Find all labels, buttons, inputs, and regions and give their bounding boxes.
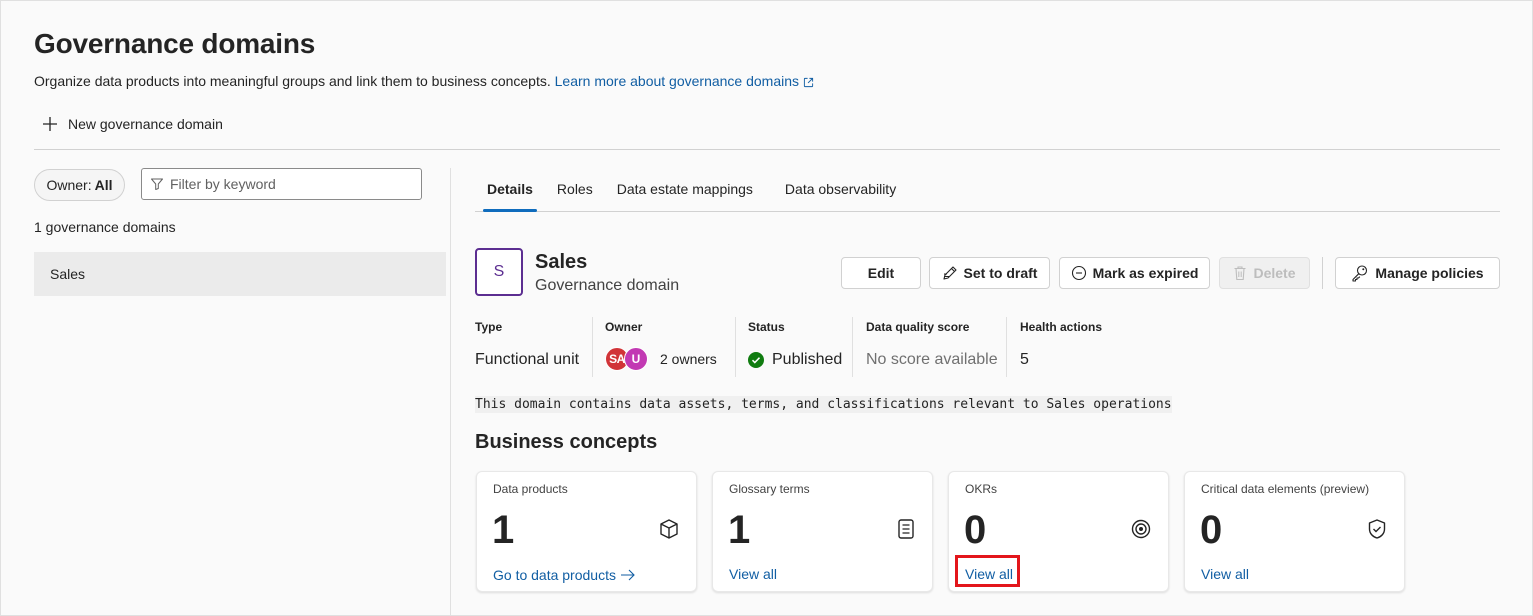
tab-data-observability[interactable]: Data observability	[773, 170, 908, 211]
domain-count: 1 governance domains	[34, 219, 176, 235]
draft-pen-icon	[942, 266, 957, 280]
meta-separator	[735, 317, 736, 377]
meta-owner: Owner SA U 2 owners	[605, 317, 717, 377]
card-label: Glossary terms	[729, 482, 810, 496]
new-governance-domain-label: New governance domain	[68, 116, 223, 132]
owner-avatar-group[interactable]: SA U	[605, 347, 648, 371]
meta-type-label: Type	[475, 320, 503, 334]
keyword-filter-input[interactable]	[170, 176, 410, 192]
keyword-filter-box	[141, 168, 422, 200]
tab-details[interactable]: Details	[475, 170, 545, 212]
target-icon	[1131, 519, 1151, 539]
edit-button[interactable]: Edit	[841, 257, 921, 289]
domain-avatar: S	[475, 248, 523, 296]
meta-status: Status Published	[748, 317, 842, 377]
card-value: 0	[964, 508, 987, 552]
card-data-products: Data products 1 Go to data products	[476, 471, 697, 592]
owner-filter-prefix: Owner:	[46, 177, 92, 193]
divider	[34, 149, 1500, 150]
published-check-icon	[748, 352, 764, 368]
glossary-view-all-link[interactable]: View all	[729, 566, 777, 582]
card-label: OKRs	[965, 482, 998, 496]
arrow-right-icon	[620, 569, 635, 581]
external-link-icon	[803, 77, 814, 88]
filter-icon	[151, 178, 163, 190]
status-value: Published	[772, 351, 843, 368]
card-value: 1	[728, 508, 751, 552]
go-to-data-products-link[interactable]: Go to data products	[493, 567, 636, 583]
mark-as-expired-button[interactable]: Mark as expired	[1059, 257, 1210, 289]
meta-data-quality: Data quality score No score available	[866, 317, 998, 377]
document-icon	[898, 519, 914, 539]
domain-name: Sales	[535, 251, 588, 273]
minus-circle-icon	[1071, 265, 1086, 281]
meta-type: Type Functional unit	[475, 317, 579, 377]
delete-label: Delete	[1253, 265, 1296, 281]
add-icon	[43, 117, 57, 131]
page-subtitle: Organize data products into meaningful g…	[34, 73, 814, 89]
card-label: Data products	[493, 482, 568, 496]
tab-roles[interactable]: Roles	[545, 170, 605, 211]
page-title: Governance domains	[34, 28, 316, 59]
edit-button-label: Edit	[867, 265, 895, 281]
card-glossary-terms: Glossary terms 1 View all	[712, 471, 933, 592]
business-concepts-title: Business concepts	[475, 431, 658, 453]
set-to-draft-button[interactable]: Set to draft	[929, 257, 1050, 289]
owner-filter-value: All	[94, 177, 113, 193]
learn-more-link[interactable]: Learn more about governance domains	[555, 73, 814, 89]
card-okrs: OKRs 0 View all	[948, 471, 1169, 592]
domain-kind: Governance domain	[535, 277, 680, 294]
meta-health-label: Health actions	[1020, 320, 1103, 334]
meta-health-value: 5	[1020, 351, 1029, 368]
button-separator	[1322, 257, 1323, 289]
meta-separator	[852, 317, 853, 377]
meta-health-actions: Health actions 5	[1020, 317, 1102, 377]
panel-divider	[450, 168, 451, 616]
meta-status-label: Status	[748, 320, 785, 334]
set-to-draft-label: Set to draft	[963, 265, 1038, 281]
new-governance-domain-button[interactable]: New governance domain	[40, 114, 223, 134]
card-label: Critical data elements (preview)	[1201, 482, 1370, 496]
owner-filter-pill[interactable]: Owner: All	[34, 169, 125, 201]
card-value: 1	[492, 508, 515, 552]
meta-separator	[592, 317, 593, 377]
delete-icon	[1234, 266, 1246, 281]
cde-view-all-link[interactable]: View all	[1201, 566, 1249, 582]
tab-data-estate-mappings[interactable]: Data estate mappings	[605, 170, 765, 211]
detail-tabs: Details Roles Data estate mappings Data …	[475, 170, 1500, 212]
domain-description: This domain contains data assets, terms,…	[475, 396, 1172, 413]
meta-separator	[1006, 317, 1007, 377]
cube-icon	[660, 519, 678, 539]
manage-policies-label: Manage policies	[1375, 265, 1484, 281]
manage-policies-button[interactable]: Manage policies	[1335, 257, 1500, 289]
domain-avatar-initial: S	[493, 263, 505, 280]
meta-owner-label: Owner	[605, 320, 643, 334]
meta-dq-value: No score available	[866, 351, 998, 368]
domain-list-item-sales[interactable]: Sales	[34, 252, 446, 296]
card-critical-data-elements: Critical data elements (preview) 0 View …	[1184, 471, 1405, 592]
policy-key-icon	[1352, 265, 1368, 282]
subtitle-text: Organize data products into meaningful g…	[34, 73, 551, 89]
delete-button[interactable]: Delete	[1219, 257, 1310, 289]
card-value: 0	[1200, 508, 1223, 552]
owner-avatar: U	[624, 347, 648, 371]
mark-as-expired-label: Mark as expired	[1092, 265, 1199, 281]
owner-count[interactable]: 2 owners	[660, 351, 717, 367]
shield-check-icon	[1368, 519, 1386, 539]
okrs-view-all-link[interactable]: View all	[965, 566, 1013, 582]
meta-dq-label: Data quality score	[866, 320, 970, 334]
domain-list-item-label: Sales	[50, 266, 86, 282]
meta-type-value: Functional unit	[475, 351, 580, 368]
